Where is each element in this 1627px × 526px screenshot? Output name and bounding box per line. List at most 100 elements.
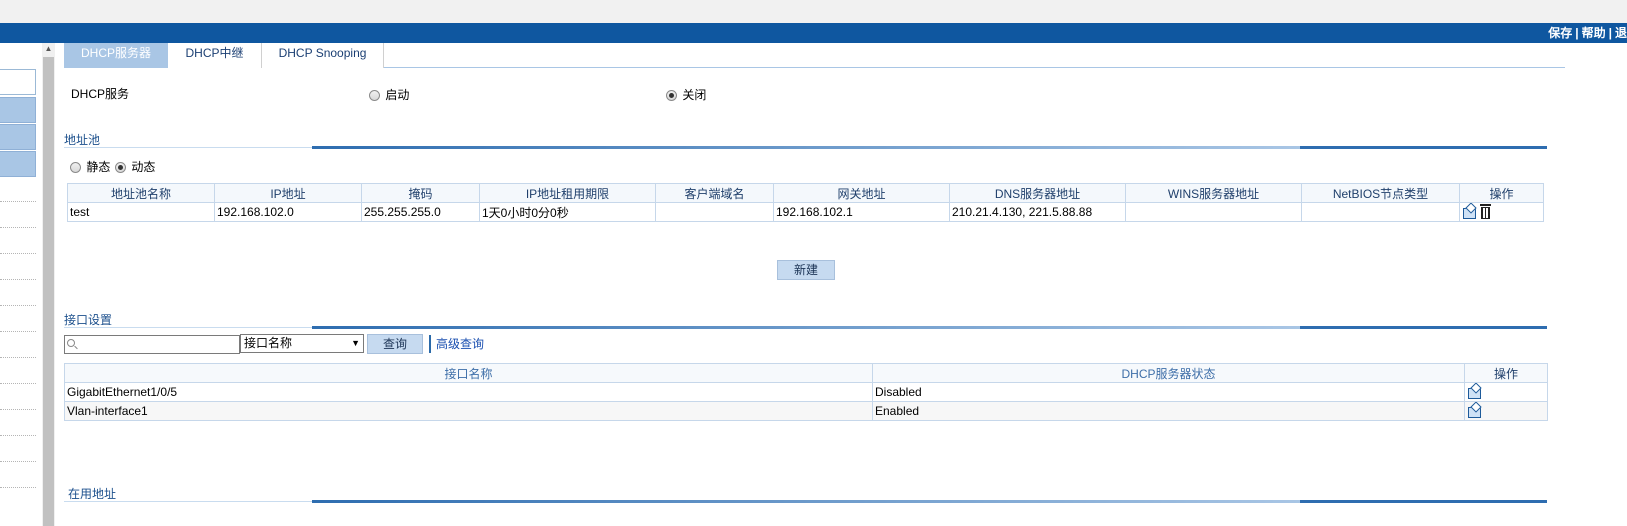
sidebar-divider <box>0 253 36 254</box>
scroll-thumb[interactable] <box>43 57 54 526</box>
column-header: DNS服务器地址 <box>949 183 1126 203</box>
sidebar-divider <box>0 461 36 462</box>
edit-icon[interactable] <box>1467 384 1481 399</box>
divider-accent <box>312 326 1302 329</box>
scroll-up-arrow-icon[interactable]: ▲ <box>42 43 55 55</box>
sidebar-item[interactable] <box>0 151 36 177</box>
search-input[interactable] <box>64 335 240 354</box>
help-link[interactable]: 帮助 <box>1582 26 1606 40</box>
radio-static[interactable] <box>70 162 81 174</box>
cell-dhcp-status: Disabled <box>872 382 1465 402</box>
table-row: Vlan-interface1 Enabled <box>64 401 1548 421</box>
column-header: NetBIOS节点类型 <box>1301 183 1460 203</box>
interface-table: 接口名称 DHCP服务器状态 操作 GigabitEthernet1/0/5 D… <box>64 363 1548 421</box>
sidebar-item[interactable] <box>0 97 36 123</box>
cell-wins <box>1125 202 1302 222</box>
link-separator: | <box>1575 26 1579 40</box>
cell-gateway: 192.168.102.1 <box>773 202 950 222</box>
cell-interface-name: Vlan-interface1 <box>64 401 873 421</box>
sidebar <box>0 43 36 526</box>
divider-accent <box>1300 146 1547 149</box>
cell-actions <box>1464 382 1548 402</box>
table-header-row: 地址池名称 IP地址 掩码 IP地址租用期限 客户端域名 网关地址 DNS服务器… <box>67 183 1544 203</box>
column-header: WINS服务器地址 <box>1125 183 1302 203</box>
browser-top-strip <box>0 0 1627 23</box>
save-link[interactable]: 保存 <box>1548 26 1572 40</box>
dhcp-service-label: DHCP服务 <box>71 87 130 101</box>
vertical-scrollbar[interactable]: ▲ <box>42 43 55 526</box>
pool-mode-dynamic-group[interactable]: 动态 <box>115 158 155 175</box>
sidebar-item[interactable] <box>0 69 36 95</box>
sidebar-divider <box>0 279 36 280</box>
logout-link[interactable]: 退 <box>1615 26 1627 40</box>
sidebar-item[interactable] <box>0 124 36 150</box>
sidebar-divider <box>0 487 36 488</box>
cell-domain <box>655 202 774 222</box>
column-header: 客户端域名 <box>655 183 774 203</box>
select-value: 接口名称 <box>244 336 293 350</box>
column-header: DHCP服务器状态 <box>872 363 1465 383</box>
sidebar-divider <box>0 201 36 202</box>
section-divider <box>64 500 1547 503</box>
sidebar-divider <box>0 357 36 358</box>
main-content: DHCP服务器 DHCP中继 DHCP Snooping DHCP服务 启动 关… <box>62 43 1627 526</box>
column-header: IP地址 <box>214 183 362 203</box>
new-pool-button[interactable]: 新建 <box>777 260 835 280</box>
address-pool-table: 地址池名称 IP地址 掩码 IP地址租用期限 客户端域名 网关地址 DNS服务器… <box>67 183 1544 222</box>
radio-stop-label: 关闭 <box>682 88 707 102</box>
radio-start[interactable] <box>369 90 380 102</box>
column-header: 地址池名称 <box>67 183 215 203</box>
table-row: test 192.168.102.0 255.255.255.0 1天0小时0分… <box>67 202 1544 222</box>
sidebar-divider <box>0 227 36 228</box>
divider-accent <box>1300 326 1547 329</box>
edit-icon[interactable] <box>1467 403 1481 418</box>
header-bar: 保存 | 帮助 | 退 <box>0 23 1627 43</box>
tab-dhcp-server[interactable]: DHCP服务器 <box>64 43 168 68</box>
sidebar-divider <box>0 305 36 306</box>
cell-lease: 1天0小时0分0秒 <box>479 202 656 222</box>
radio-static-label: 静态 <box>86 160 111 174</box>
radio-stop-group[interactable]: 关闭 <box>666 86 706 103</box>
delete-icon[interactable] <box>1480 203 1491 219</box>
cell-mask: 255.255.255.0 <box>361 202 480 222</box>
cell-dns: 210.21.4.130, 221.5.88.88 <box>949 202 1126 222</box>
cell-ip: 192.168.102.0 <box>214 202 362 222</box>
query-button[interactable]: 查询 <box>367 334 423 354</box>
cell-actions <box>1464 401 1548 421</box>
dropdown-arrow-icon: ▼ <box>351 338 360 348</box>
link-separator: | <box>1608 26 1612 40</box>
pool-mode-static-group[interactable]: 静态 <box>70 158 110 175</box>
advanced-query-link[interactable]: 高级查询 <box>429 335 484 353</box>
cell-actions <box>1459 202 1544 222</box>
radio-dynamic-label: 动态 <box>131 160 156 174</box>
column-header: 操作 <box>1459 183 1544 203</box>
tab-bar: DHCP服务器 DHCP中继 DHCP Snooping <box>64 43 1565 68</box>
column-header: 接口名称 <box>64 363 873 383</box>
section-divider <box>64 326 1547 329</box>
tab-dhcp-snooping[interactable]: DHCP Snooping <box>262 43 384 68</box>
header-links: 保存 | 帮助 | 退 <box>1548 23 1627 43</box>
radio-dynamic[interactable] <box>115 162 126 174</box>
table-header-row: 接口名称 DHCP服务器状态 操作 <box>64 363 1548 383</box>
search-icon <box>67 339 75 347</box>
cell-interface-name: GigabitEthernet1/0/5 <box>64 382 873 402</box>
table-row: GigabitEthernet1/0/5 Disabled <box>64 382 1548 402</box>
tab-dhcp-relay[interactable]: DHCP中继 <box>168 43 262 68</box>
search-field-select[interactable]: 接口名称 ▼ <box>240 334 364 353</box>
column-header: 掩码 <box>361 183 480 203</box>
divider-accent <box>312 146 1302 149</box>
sidebar-divider <box>0 409 36 410</box>
cell-dhcp-status: Enabled <box>872 401 1465 421</box>
column-header: 网关地址 <box>773 183 950 203</box>
divider-accent <box>1300 500 1547 503</box>
edit-icon[interactable] <box>1462 204 1476 219</box>
column-header: 操作 <box>1464 363 1548 383</box>
radio-start-label: 启动 <box>385 88 410 102</box>
radio-stop[interactable] <box>666 90 677 102</box>
sidebar-divider <box>0 383 36 384</box>
divider-accent <box>312 500 1302 503</box>
cell-netbios <box>1301 202 1460 222</box>
section-divider <box>64 146 1547 149</box>
radio-start-group[interactable]: 启动 <box>369 86 409 103</box>
sidebar-divider <box>0 331 36 332</box>
